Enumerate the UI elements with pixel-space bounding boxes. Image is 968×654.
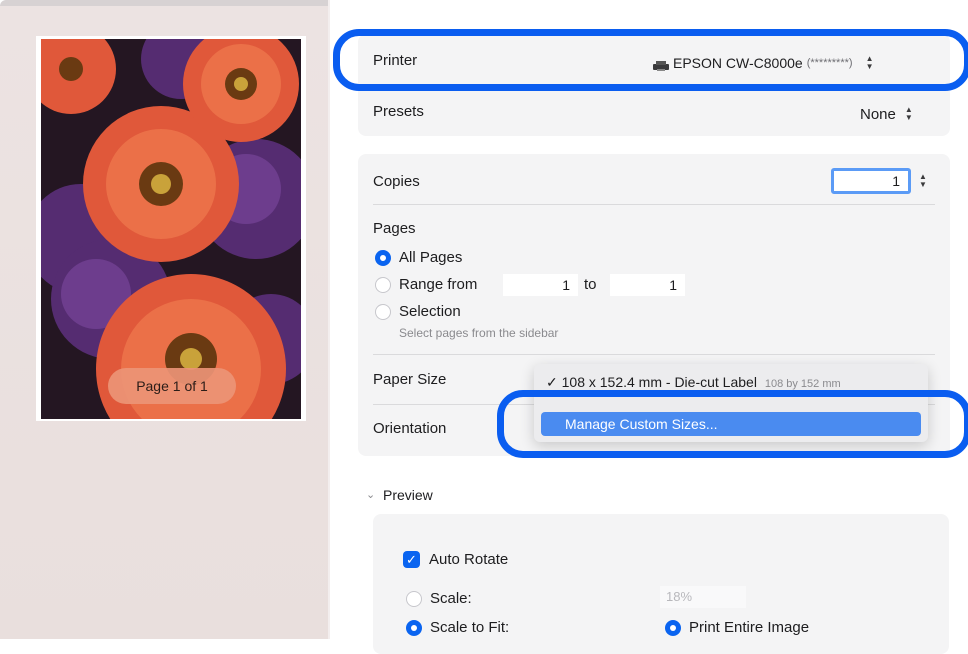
selection-label: Selection: [399, 303, 461, 320]
paper-size-option-detail: 108 by 152 mm: [764, 378, 841, 390]
chevron-down-icon[interactable]: ⌄: [366, 488, 375, 501]
pane-divider: [328, 0, 330, 639]
scale-to-fit-label: Scale to Fit:: [430, 619, 510, 636]
chevron-updown-icon: ▲ ▼: [904, 105, 913, 122]
pages-label: Pages: [373, 220, 416, 237]
presets-label: Presets: [373, 103, 424, 120]
copies-label: Copies: [373, 173, 420, 190]
manage-highlight-ring: [497, 390, 968, 458]
all-pages-label: All Pages: [399, 249, 463, 266]
preview-section-label[interactable]: Preview: [383, 487, 433, 503]
printer-highlight-ring: [333, 29, 968, 91]
range-from-input[interactable]: 1: [503, 274, 578, 296]
settings-pane: Printer EPSON CW-C8000e (*********) ▲ ▼ P…: [333, 0, 968, 654]
range-radio[interactable]: [375, 277, 391, 293]
range-to-input[interactable]: 1: [610, 274, 685, 296]
presets-select[interactable]: None ▲ ▼: [860, 103, 916, 125]
all-pages-radio[interactable]: [375, 250, 391, 266]
orientation-label: Orientation: [373, 420, 447, 437]
preview-sidebar: Page 1 of 1: [0, 0, 330, 639]
copies-stepper[interactable]: ▲ ▼: [916, 170, 930, 192]
divider: [373, 354, 935, 355]
scale-label: Scale:: [430, 590, 472, 607]
range-to-label: to: [584, 276, 597, 293]
flower-image: [41, 39, 301, 419]
paper-size-option-current[interactable]: ✓ 108 x 152.4 mm - Die-cut Label 108 by …: [546, 374, 922, 391]
print-entire-image-label: Print Entire Image: [689, 619, 810, 636]
scale-input[interactable]: 18%: [660, 586, 746, 608]
copies-input[interactable]: 1: [831, 168, 911, 194]
scale-radio[interactable]: [406, 591, 422, 607]
print-entire-image-radio[interactable]: [665, 620, 681, 636]
paper-size-label: Paper Size: [373, 371, 447, 388]
page-indicator: Page 1 of 1: [108, 368, 236, 404]
divider: [373, 204, 935, 205]
selection-hint: Select pages from the sidebar: [399, 326, 559, 340]
auto-rotate-label: Auto Rotate: [429, 551, 509, 568]
range-from-label: Range from: [399, 276, 478, 293]
selection-radio[interactable]: [375, 304, 391, 320]
presets-value: None: [860, 105, 896, 123]
scale-to-fit-radio[interactable]: [406, 620, 422, 636]
auto-rotate-checkbox[interactable]: ✓: [403, 551, 420, 568]
page-thumbnail[interactable]: [36, 36, 306, 421]
paper-size-option-label: ✓ 108 x 152.4 mm - Die-cut Label: [546, 374, 757, 390]
